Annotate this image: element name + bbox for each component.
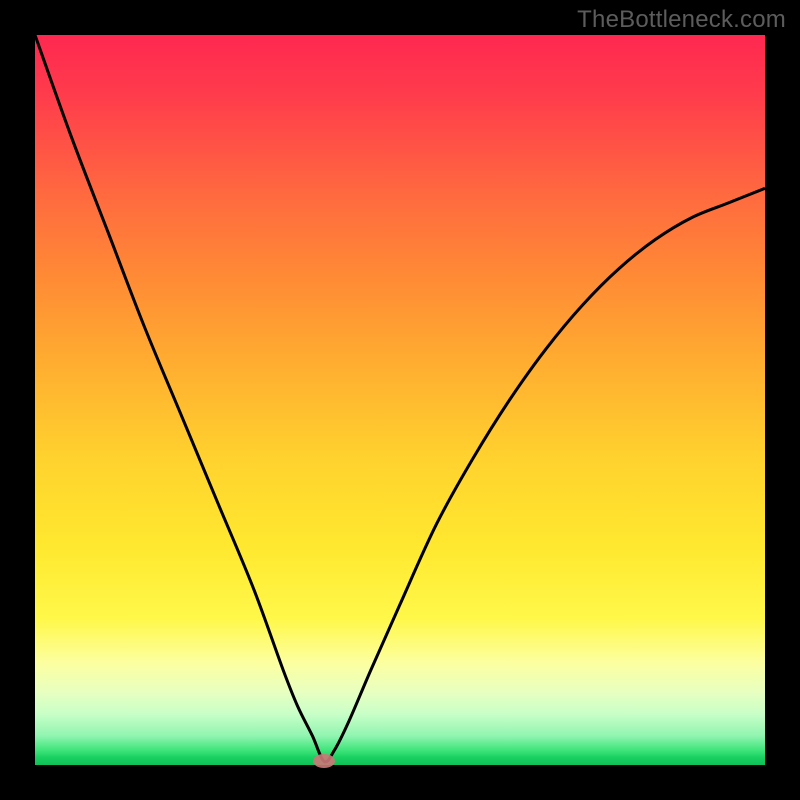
curve-path (35, 35, 765, 762)
chart-frame: TheBottleneck.com (0, 0, 800, 800)
plot-area (35, 35, 765, 765)
bottleneck-curve (35, 35, 765, 765)
optimal-marker (313, 754, 335, 768)
watermark-text: TheBottleneck.com (577, 6, 786, 34)
